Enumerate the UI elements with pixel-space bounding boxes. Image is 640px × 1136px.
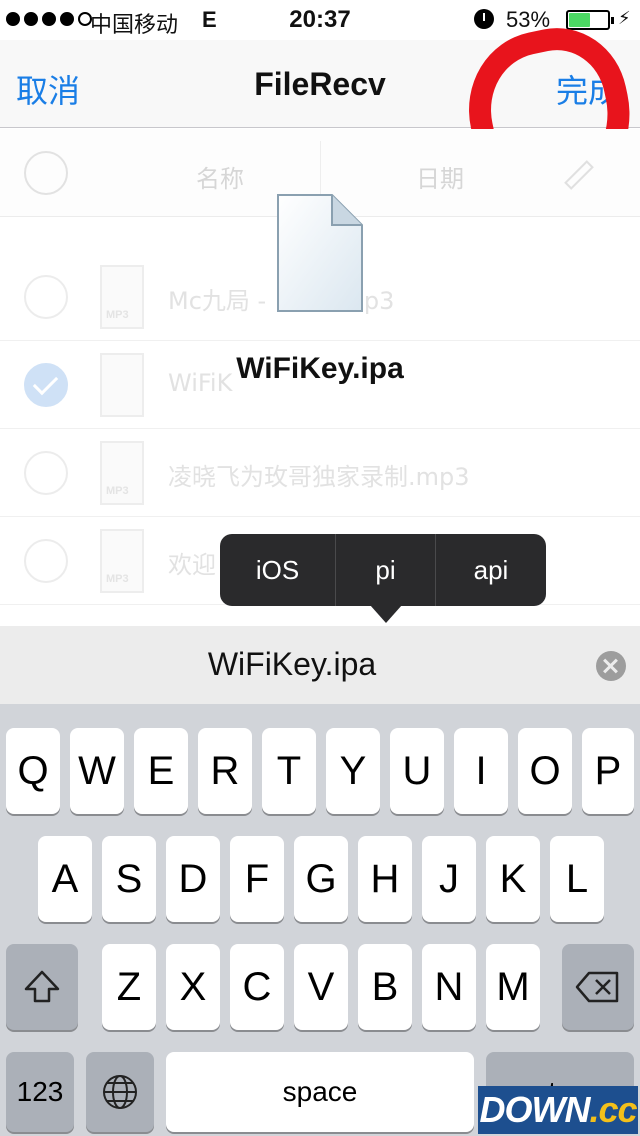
battery-icon bbox=[566, 10, 614, 30]
column-header-date[interactable]: 日期 bbox=[416, 159, 464, 194]
backspace-key[interactable] bbox=[562, 944, 634, 1030]
key-n[interactable]: N bbox=[422, 944, 476, 1030]
navigation-bar: 取消 FileRecv 完成 bbox=[0, 40, 640, 128]
key-r[interactable]: R bbox=[198, 728, 252, 814]
key-d[interactable]: D bbox=[166, 836, 220, 922]
key-o[interactable]: O bbox=[518, 728, 572, 814]
audio-file-icon: MP3 bbox=[100, 265, 144, 329]
suggestion-pi[interactable]: pi bbox=[336, 534, 436, 606]
key-w[interactable]: W bbox=[70, 728, 124, 814]
space-key[interactable]: space bbox=[166, 1052, 474, 1132]
row-checkbox[interactable] bbox=[24, 275, 68, 319]
key-u[interactable]: U bbox=[390, 728, 444, 814]
file-name: 凌晓飞为玫哥独家录制.mp3 bbox=[168, 463, 470, 491]
row-checkbox[interactable] bbox=[24, 451, 68, 495]
key-f[interactable]: F bbox=[230, 836, 284, 922]
keyboard: Q W E R T Y U I O P A S D F G H J K L Z … bbox=[0, 704, 640, 1136]
edit-pencil-icon[interactable] bbox=[564, 160, 594, 190]
key-s[interactable]: S bbox=[102, 836, 156, 922]
key-j[interactable]: J bbox=[422, 836, 476, 922]
battery-percentage: 53% bbox=[506, 7, 551, 32]
key-m[interactable]: M bbox=[486, 944, 540, 1030]
key-v[interactable]: V bbox=[294, 944, 348, 1030]
key-q[interactable]: Q bbox=[6, 728, 60, 814]
done-button[interactable]: 完成 bbox=[556, 66, 620, 112]
shift-key[interactable] bbox=[6, 944, 78, 1030]
document-preview-icon bbox=[277, 194, 363, 312]
key-z[interactable]: Z bbox=[102, 944, 156, 1030]
backspace-icon bbox=[575, 971, 619, 1003]
key-c[interactable]: C bbox=[230, 944, 284, 1030]
key-a[interactable]: A bbox=[38, 836, 92, 922]
key-x[interactable]: X bbox=[166, 944, 220, 1030]
clear-text-icon[interactable] bbox=[596, 651, 626, 681]
charging-bolt-icon: ⚡ bbox=[618, 8, 631, 28]
numbers-key[interactable]: 123 bbox=[6, 1052, 74, 1132]
globe-icon bbox=[103, 1075, 137, 1109]
key-b[interactable]: B bbox=[358, 944, 412, 1030]
suggestion-ios[interactable]: iOS bbox=[220, 534, 336, 606]
audio-file-icon: MP3 bbox=[100, 529, 144, 593]
key-g[interactable]: G bbox=[294, 836, 348, 922]
watermark-logo: DOWN .cc bbox=[478, 1086, 638, 1134]
file-name: 欢迎 bbox=[168, 551, 216, 579]
list-item[interactable]: MP3 凌晓飞为玫哥独家录制.mp3 bbox=[0, 429, 640, 517]
suggestion-bar: iOS pi api bbox=[220, 534, 546, 606]
key-k[interactable]: K bbox=[486, 836, 540, 922]
globe-key[interactable] bbox=[86, 1052, 154, 1132]
suggestion-pointer bbox=[370, 605, 402, 623]
status-bar: 中国移动 E 20:37 53% ⚡ bbox=[0, 0, 640, 40]
dragged-file-name: WiFiKey.ipa bbox=[236, 352, 404, 385]
key-y[interactable]: Y bbox=[326, 728, 380, 814]
column-header-name[interactable]: 名称 bbox=[196, 159, 244, 194]
key-t[interactable]: T bbox=[262, 728, 316, 814]
filename-input-value: WiFiKey.ipa bbox=[207, 646, 377, 682]
key-p[interactable]: P bbox=[582, 728, 634, 814]
shift-arrow-icon bbox=[24, 970, 60, 1003]
battery-fill bbox=[569, 13, 591, 27]
key-i[interactable]: I bbox=[454, 728, 508, 814]
key-h[interactable]: H bbox=[358, 836, 412, 922]
alarm-icon bbox=[474, 9, 494, 29]
suggestion-api[interactable]: api bbox=[436, 534, 546, 606]
filename-input[interactable]: WiFiKey.ipa bbox=[0, 626, 640, 704]
select-all-checkbox[interactable] bbox=[24, 151, 68, 195]
row-checkbox[interactable] bbox=[24, 539, 68, 583]
audio-file-icon: MP3 bbox=[100, 441, 144, 505]
page-title: FileRecv bbox=[254, 66, 386, 102]
key-e[interactable]: E bbox=[134, 728, 188, 814]
key-l[interactable]: L bbox=[550, 836, 604, 922]
